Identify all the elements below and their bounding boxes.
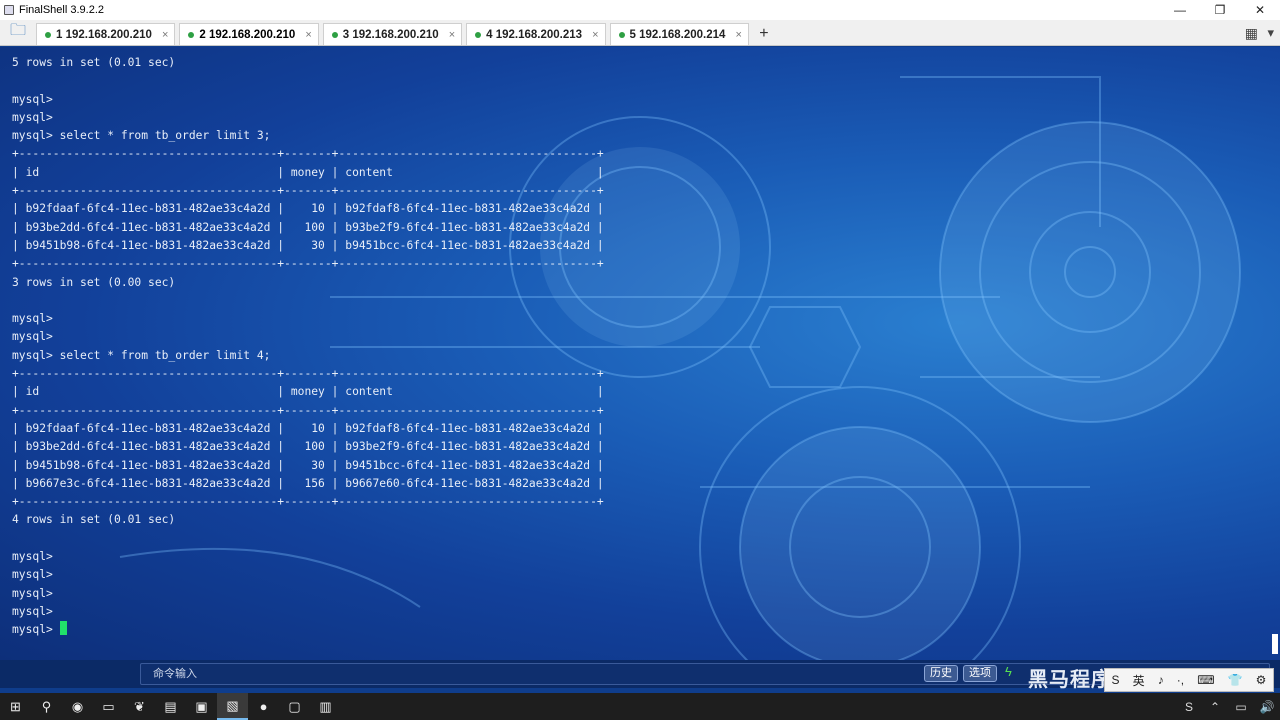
terminal-line: | b9667e3c-6fc4-11ec-b831-482ae33c4a2d |… [12,476,604,490]
terminal-cursor [59,621,67,636]
tab-bar: 🗀 1 192.168.200.210 × 2 192.168.200.210 × 3 … [0,20,1280,46]
session-tab-3[interactable]: 3 192.168.200.210 × [322,23,463,45]
terminal-line: mysql> [12,550,53,564]
ime-item-0-icon[interactable]: S [1112,673,1120,687]
tab-close-icon[interactable]: × [162,29,168,41]
connected-status-icon [188,31,195,38]
connected-status-icon [618,31,625,38]
taskbar-notepad-icon[interactable]: ▤ [155,693,186,720]
connected-status-icon [45,31,51,38]
terminal-line: +--------------------------------------+… [12,403,604,417]
title-bar: FinalShell 3.9.2.2 [0,0,1280,20]
terminal-line: mysql> select * from tb_order limit 4; [12,348,271,362]
terminal-line: +--------------------------------------+… [12,147,604,161]
taskbar-finalshell-icon[interactable]: ▧ [217,693,248,720]
taskbar-chrome-icon[interactable]: ◉ [62,693,93,720]
terminal-line: 4 rows in set (0.01 sec) [12,513,176,527]
terminal-line: | id | money | content | [12,385,604,399]
terminal-line: mysql> [12,312,53,326]
taskbar-explorer-icon[interactable]: ▭ [93,693,124,720]
tab-label: 4 192.168.200.213 [486,28,583,41]
tray-item-0-icon[interactable]: S [1176,700,1202,714]
terminal-line: | id | money | content | [12,165,604,179]
history-button[interactable]: 历史 [924,665,958,682]
terminal-line: +--------------------------------------+… [12,257,604,271]
ime-item-4-icon[interactable]: ⌨ [1197,673,1214,687]
more-menu-icon[interactable]: ▾ [1267,25,1274,41]
terminal-output: 5 rows in set (0.01 sec) mysql> mysql> mysq… [12,54,604,640]
terminal-line: | b9451b98-6fc4-11ec-b831-482ae33c4a2d |… [12,458,604,472]
connected-status-icon [331,31,338,38]
tray-item-2-icon[interactable]: ▭ [1228,700,1254,714]
taskbar-start-icon[interactable]: ⊞ [0,693,31,720]
tab-label: 1 192.168.200.210 [56,28,152,41]
taskbar-search-icon[interactable]: ⚲ [31,693,62,720]
quick-command-icon[interactable]: ϟ [1005,664,1012,679]
system-tray: S ⌃ ▭ 🔊 [1176,693,1280,720]
tab-label: 3 192.168.200.210 [342,28,439,41]
taskbar-app-white-icon[interactable]: ▥ [310,693,341,720]
terminal-area[interactable]: 5 rows in set (0.01 sec) mysql> mysql> mysq… [0,47,1280,660]
terminal-line: mysql> [12,586,53,600]
taskbar-app-green-icon[interactable]: ▢ [279,693,310,720]
tab-label: 2 192.168.200.210 [199,28,296,41]
tray-item-3-icon[interactable]: 🔊 [1254,700,1280,714]
terminal-line: | b93be2dd-6fc4-11ec-b831-482ae33c4a2d |… [12,220,604,234]
open-folder-icon[interactable]: 🗀 [0,19,36,45]
session-tab-1[interactable]: 1 192.168.200.210 × [36,23,176,45]
prompt-text: mysql> [12,623,60,637]
terminal-line: mysql> [12,110,53,124]
terminal-line: +--------------------------------------+… [12,367,604,381]
terminal-line: | b92fdaaf-6fc4-11ec-b831-482ae33c4a2d |… [12,421,604,435]
terminal-line: mysql> [12,330,53,344]
terminal-line: mysql> [12,568,53,582]
taskbar-terminal-icon[interactable]: ▣ [186,693,217,720]
terminal-line: mysql> [12,604,53,618]
ime-toolbar[interactable]: S 英 ♪ ·, ⌨ 👕 ⚙ [1104,668,1274,692]
terminal-prompt-line: mysql> [12,621,604,639]
terminal-line: +--------------------------------------+… [12,184,604,198]
terminal-line: +--------------------------------------+… [12,495,604,509]
ime-item-3-icon[interactable]: ·, [1177,673,1184,687]
terminal-line: | b93be2dd-6fc4-11ec-b831-482ae33c4a2d |… [12,440,604,454]
minimize-button[interactable]: — [1160,0,1200,20]
terminal-line: 3 rows in set (0.00 sec) [12,275,176,289]
app-icon [4,5,14,15]
session-tab-5[interactable]: 5 192.168.200.214 × [609,23,749,45]
window-title: FinalShell 3.9.2.2 [19,4,104,16]
tab-close-icon[interactable]: × [305,29,311,41]
tab-close-icon[interactable]: × [735,29,741,41]
tray-item-1-icon[interactable]: ⌃ [1202,700,1228,714]
ime-item-5-icon[interactable]: 👕 [1228,673,1243,687]
terminal-line: | b9451b98-6fc4-11ec-b831-482ae33c4a2d |… [12,238,604,252]
terminal-line: mysql> select * from tb_order limit 3; [12,129,271,143]
ime-item-2-icon[interactable]: ♪ [1158,673,1164,687]
layout-grid-icon[interactable]: ▦ [1245,25,1258,42]
taskbar-app-leaf-icon[interactable]: ❦ [124,693,155,720]
tab-close-icon[interactable]: × [592,29,598,41]
connected-status-icon [475,31,482,38]
options-button[interactable]: 选项 [963,665,997,682]
session-tab-2[interactable]: 2 192.168.200.210 × [179,23,319,45]
ime-item-6-icon[interactable]: ⚙ [1256,673,1267,687]
maximize-button[interactable]: ❐ [1200,0,1240,20]
taskbar-powerpoint-icon[interactable]: ● [248,693,279,720]
windows-taskbar: ⊞ ⚲ ◉ ▭ ❦ ▤ ▣ ▧ ● ▢ ▥ [0,693,1280,720]
new-tab-button[interactable]: + [753,23,775,45]
terminal-line: mysql> [12,92,53,106]
tab-close-icon[interactable]: × [449,29,455,41]
terminal-scrollbar[interactable] [1272,634,1278,654]
terminal-line: 5 rows in set (0.01 sec) [12,56,176,69]
tab-label: 5 192.168.200.214 [629,28,726,41]
terminal-line: | b92fdaaf-6fc4-11ec-b831-482ae33c4a2d |… [12,202,604,216]
session-tab-4[interactable]: 4 192.168.200.213 × [466,23,606,45]
close-button[interactable]: ✕ [1240,0,1280,20]
ime-item-1-icon[interactable]: 英 [1133,672,1145,689]
